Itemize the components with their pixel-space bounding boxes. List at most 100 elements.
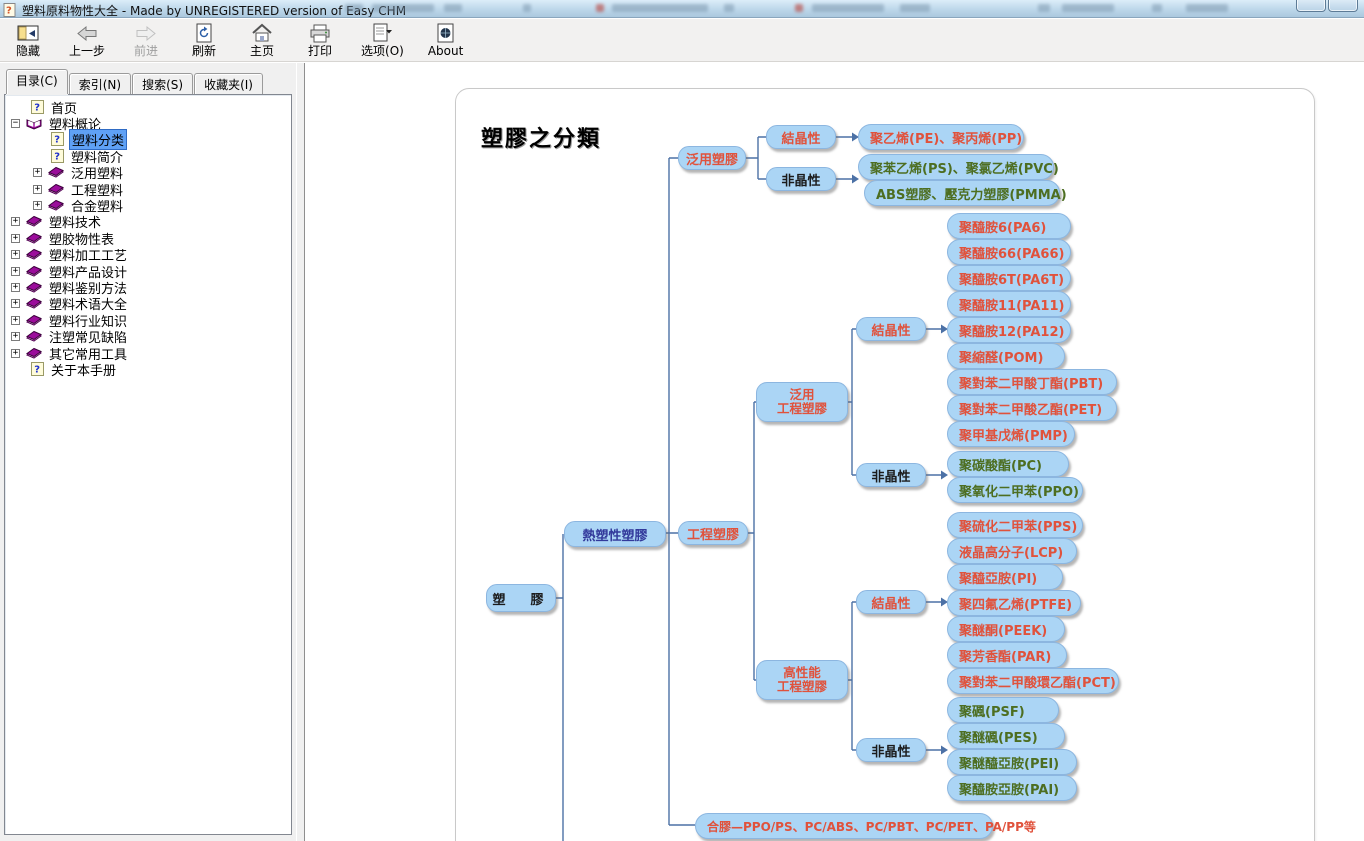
toolbar-button-back[interactable]: 上一步 — [64, 21, 110, 60]
toolbar-button-hide[interactable]: 隐藏 — [6, 21, 50, 60]
tree-item-glossary[interactable]: + 塑料术语大全 — [7, 296, 289, 312]
tree-item-technology[interactable]: + 塑料技术 — [7, 214, 289, 230]
diagram-node-lcp: 液晶高分子(LCP) — [947, 538, 1077, 564]
diagram-node-pi: 聚醯亞胺(PI) — [947, 564, 1063, 590]
diagram-node-ppo: 聚氧化二甲苯(PPO) — [947, 477, 1083, 503]
tab-search[interactable]: 搜索(S) — [132, 73, 193, 94]
minimize-button[interactable] — [1296, 0, 1326, 12]
book-icon — [25, 329, 43, 344]
tree-item-molding-defects[interactable]: + 注塑常见缺陷 — [7, 328, 289, 344]
diagram-node-pmp: 聚甲基戊烯(PMP) — [947, 421, 1075, 447]
tree-item-industry-knowledge[interactable]: + 塑料行业知识 — [7, 312, 289, 328]
titlebar-glass-blob — [795, 4, 803, 12]
tab-contents[interactable]: 目录(C) — [6, 69, 68, 94]
toolbar-button-label: About — [428, 44, 463, 58]
tree-item-identification[interactable]: + 塑料鉴别方法 — [7, 279, 289, 295]
toolbar-button-forward[interactable]: 前进 — [124, 21, 168, 60]
diagram-node-engineering-plastics: 工程塑膠 — [678, 521, 748, 545]
toolbar-button-print[interactable]: 打印 — [298, 21, 342, 60]
diagram-node-high-performance-engineering: 高性能 工程塑膠 — [756, 660, 848, 700]
toolbar-button-options[interactable]: 选项(O) — [356, 21, 409, 60]
toolbar-button-home[interactable]: 主页 — [240, 21, 284, 60]
tree-item-property-table[interactable]: + 塑胶物性表 — [7, 230, 289, 246]
home-icon — [250, 23, 274, 44]
expander-plus-icon[interactable]: + — [11, 316, 20, 325]
toolbar-button-label: 选项(O) — [361, 44, 404, 58]
tree-item-engineering-plastics[interactable]: + 工程塑料 — [7, 181, 289, 197]
book-icon — [25, 346, 43, 361]
window-titlebar: ? 塑料原料物性大全 - Made by UNREGISTERED versio… — [0, 0, 1364, 18]
tab-label: 搜索(S) — [142, 78, 183, 92]
help-page-icon: ? — [31, 100, 45, 115]
tree-item-about-manual[interactable]: ? 关于本手册 — [7, 361, 289, 377]
tree-item-label: 关于本手册 — [49, 360, 118, 379]
help-page-icon: ? — [51, 149, 65, 164]
expander-plus-icon[interactable]: + — [11, 217, 20, 226]
refresh-icon — [195, 23, 213, 44]
titlebar-glass-blob — [523, 4, 531, 12]
expander-plus-icon[interactable]: + — [11, 349, 20, 358]
diagram-node-pe-pp: 聚乙烯(PE)、聚丙烯(PP) — [858, 124, 1024, 150]
book-icon — [47, 165, 65, 180]
content-pane: 塑膠之分類 塑 膠 熱塑性塑膠 泛用塑膠 結晶性 非晶性 聚乙烯(PE)、聚丙烯… — [306, 63, 1364, 841]
help-page-icon: ? — [31, 362, 45, 377]
diagram-node-crystalline-1: 結晶性 — [766, 125, 836, 149]
book-icon — [47, 182, 65, 197]
tree-item-intro[interactable]: ? 塑料简介 — [7, 148, 289, 164]
tree-item-classification[interactable]: ? 塑料分类 — [7, 132, 289, 148]
diagram-node-crystalline-3: 結晶性 — [856, 590, 926, 614]
back-arrow-icon — [75, 23, 99, 44]
diagram-node-pei: 聚醚醯亞胺(PEI) — [947, 749, 1077, 775]
svg-text:?: ? — [6, 6, 12, 17]
expander-plus-icon[interactable]: + — [33, 168, 42, 177]
tree-item-tools[interactable]: + 其它常用工具 — [7, 345, 289, 361]
book-icon — [25, 231, 43, 246]
tree-item-general-plastics[interactable]: + 泛用塑料 — [7, 165, 289, 181]
tree-item-home[interactable]: ? 首页 — [7, 99, 289, 115]
toolbar-button-label: 刷新 — [192, 44, 216, 58]
expander-plus-icon[interactable]: + — [11, 332, 20, 341]
maximize-button[interactable] — [1328, 0, 1358, 12]
expander-plus-icon[interactable]: + — [11, 234, 20, 243]
chm-app-icon: ? — [3, 2, 17, 16]
titlebar-glass-blob — [1186, 4, 1228, 12]
expander-minus-icon[interactable]: − — [11, 119, 20, 128]
diagram-node-pes: 聚醚碸(PES) — [947, 723, 1065, 749]
diagram-node-abs-pmma: ABS塑膠、壓克力塑膠(PMMA) — [864, 180, 1060, 206]
toolbar-button-refresh[interactable]: 刷新 — [182, 21, 226, 60]
sidebar-splitter[interactable] — [296, 63, 305, 841]
diagram-node-pai: 聚醯胺亞胺(PAI) — [947, 775, 1077, 801]
diagram-node-pc: 聚碳酸酯(PC) — [947, 451, 1069, 477]
tree-item-processing[interactable]: + 塑料加工工艺 — [7, 247, 289, 263]
titlebar-glass-blob — [724, 4, 734, 12]
tree-item-product-design[interactable]: + 塑料产品设计 — [7, 263, 289, 279]
toolbar-button-about[interactable]: About — [423, 21, 468, 60]
expander-plus-icon[interactable]: + — [11, 299, 20, 308]
expander-plus-icon[interactable]: + — [11, 283, 20, 292]
expander-plus-icon[interactable]: + — [33, 185, 42, 194]
expander-plus-icon[interactable]: + — [11, 250, 20, 259]
expander-plus-icon[interactable]: + — [11, 267, 20, 276]
forward-arrow-icon — [134, 23, 158, 44]
tab-index[interactable]: 索引(N) — [69, 73, 131, 94]
sidebar-tabs: 目录(C) 索引(N) 搜索(S) 收藏夹(I) — [4, 68, 292, 94]
diagram-node-thermoplastics: 熱塑性塑膠 — [564, 521, 666, 547]
expander-plus-icon[interactable]: + — [33, 201, 42, 210]
tab-label: 收藏夹(I) — [204, 78, 253, 92]
tree-item-alloy-plastics[interactable]: + 合金塑料 — [7, 197, 289, 213]
tree-item-overview[interactable]: − 塑料概论 — [7, 115, 289, 131]
diagram-node-pom: 聚縮醛(POM) — [947, 343, 1065, 369]
about-icon — [437, 23, 455, 44]
svg-text:?: ? — [34, 364, 40, 375]
tab-label: 目录(C) — [16, 74, 58, 88]
toolbar-button-label: 前进 — [134, 44, 158, 58]
diagram-node-par: 聚芳香酯(PAR) — [947, 642, 1067, 668]
toolbar: 隐藏 上一步 前进 刷新 主页 打印 选项(O) — [0, 19, 1364, 62]
toolbar-button-label: 主页 — [250, 44, 274, 58]
help-page-icon: ? — [51, 132, 65, 147]
tab-favorites[interactable]: 收藏夹(I) — [194, 73, 263, 94]
book-icon — [25, 280, 43, 295]
svg-text:?: ? — [34, 102, 40, 113]
titlebar-glass-blob — [900, 4, 930, 12]
diagram-node-pa12: 聚醯胺12(PA12) — [947, 317, 1071, 343]
